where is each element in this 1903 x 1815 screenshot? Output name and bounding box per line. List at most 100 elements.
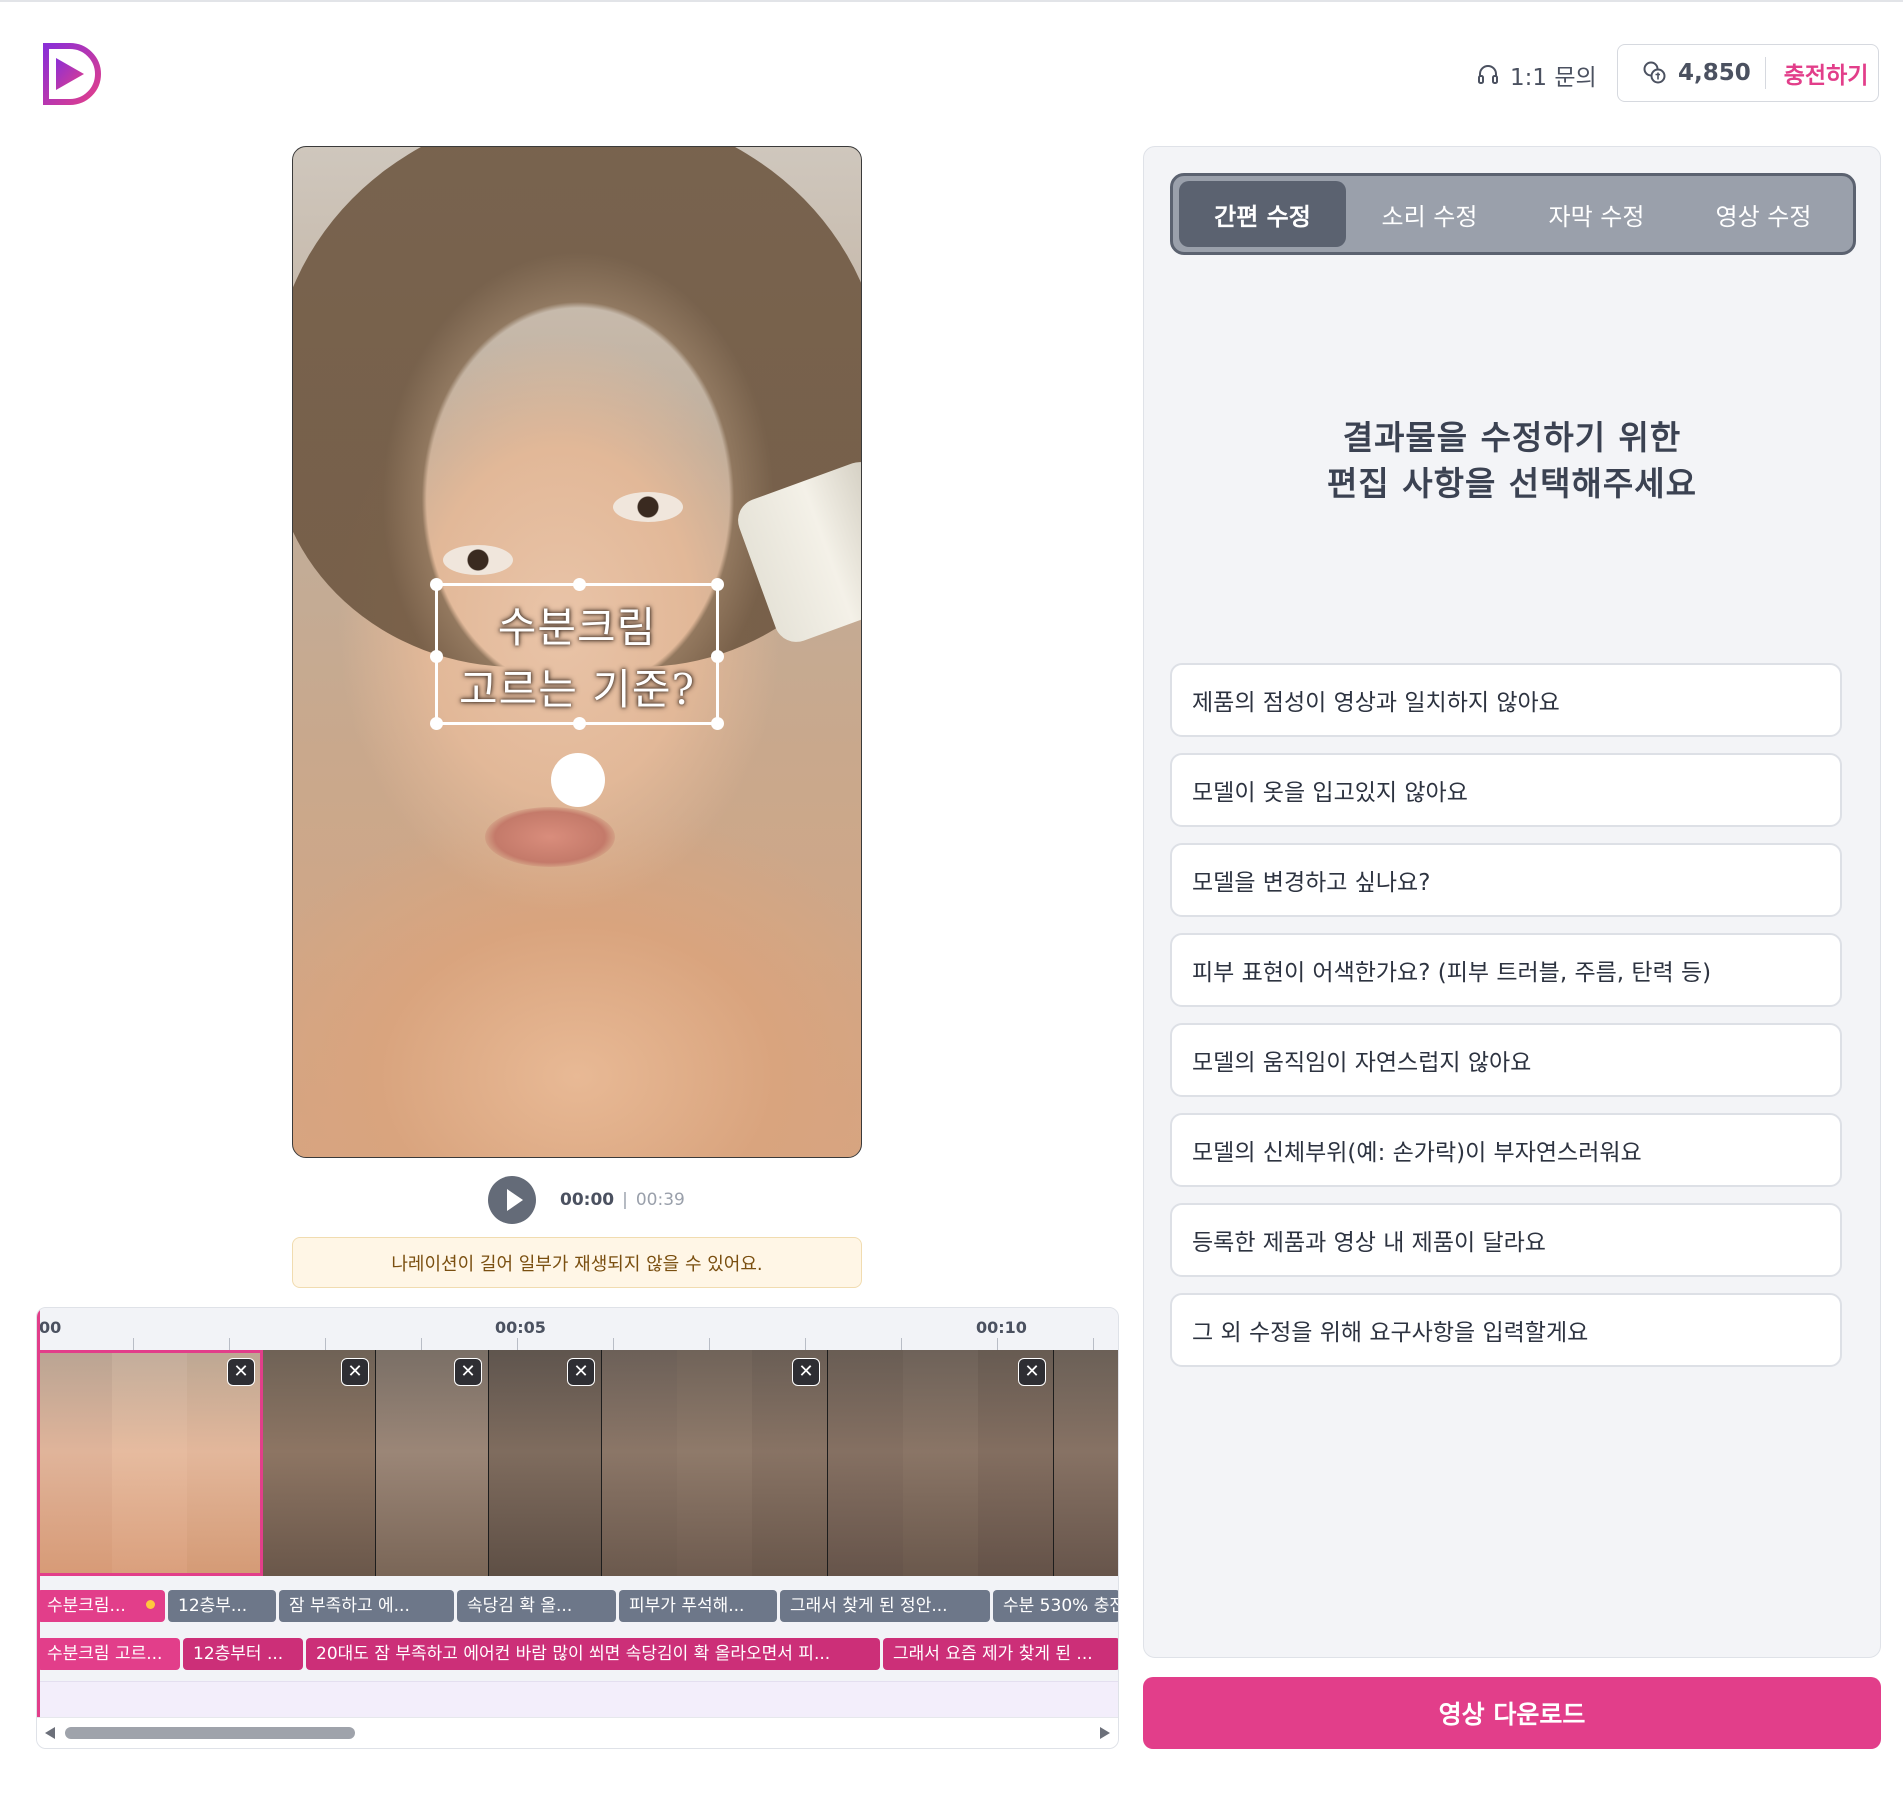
video-clip[interactable]: ✕ xyxy=(37,1350,263,1576)
caption-selection-box[interactable]: 수분크림 고르는 기준? xyxy=(430,578,724,730)
ruler-tick xyxy=(517,1338,518,1350)
coin-icon xyxy=(1642,60,1668,86)
subtitle-segment[interactable]: 피부가 푸석해... xyxy=(619,1590,777,1622)
resize-handle[interactable] xyxy=(711,717,724,730)
edit-option[interactable]: 모델이 옷을 입고있지 않아요 xyxy=(1170,753,1842,827)
video-lips xyxy=(485,807,615,867)
close-icon[interactable]: ✕ xyxy=(567,1358,595,1386)
close-icon[interactable]: ✕ xyxy=(454,1358,482,1386)
timeline-ruler[interactable]: 00 00:05 00:10 xyxy=(37,1308,1118,1350)
credit-divider xyxy=(1764,57,1766,89)
video-position-marker[interactable] xyxy=(551,753,605,807)
tab-subtitle-edit[interactable]: 자막 수정 xyxy=(1513,181,1680,247)
ruler-tick xyxy=(421,1338,422,1350)
ruler-tick xyxy=(709,1338,710,1350)
credit-balance: 4,850 xyxy=(1678,60,1751,86)
video-clip[interactable] xyxy=(1054,1350,1118,1576)
tab-video-edit[interactable]: 영상 수정 xyxy=(1680,181,1847,247)
subtitle-segment[interactable]: 12층부... xyxy=(168,1590,276,1622)
timeline[interactable]: 00 00:05 00:10 ✕ ✕ ✕ ✕ ✕ ✕ 수분크림... 12층부.… xyxy=(36,1307,1119,1749)
tab-sound-edit[interactable]: 소리 수정 xyxy=(1346,181,1513,247)
subtitle-segment[interactable]: 그래서 찾게 된 정안... xyxy=(780,1590,990,1622)
video-clip[interactable]: ✕ xyxy=(828,1350,1054,1576)
support-label: 1:1 문의 xyxy=(1510,65,1597,91)
play-icon[interactable] xyxy=(488,1176,536,1224)
headset-icon xyxy=(1476,63,1500,87)
narration-track[interactable]: 수분크림 고르... 12층부터 ... 20대도 잠 부족하고 에어컨 바람 … xyxy=(37,1638,1118,1674)
narration-segment[interactable]: 20대도 잠 부족하고 에어컨 바람 많이 쐬면 속당김이 확 올라오면서 피.… xyxy=(306,1638,880,1670)
resize-handle[interactable] xyxy=(430,717,443,730)
resize-handle[interactable] xyxy=(430,578,443,591)
current-time: 00:00 xyxy=(560,1190,615,1210)
ruler-tick xyxy=(901,1338,902,1350)
video-preview[interactable]: 수분크림 고르는 기준? xyxy=(292,146,862,1158)
tab-simple-edit[interactable]: 간편 수정 xyxy=(1179,181,1346,247)
empty-track[interactable] xyxy=(37,1681,1118,1720)
total-time: 00:39 xyxy=(635,1190,685,1210)
narration-segment[interactable]: 수분크림 고르... xyxy=(37,1638,180,1670)
scroll-left-icon[interactable] xyxy=(45,1727,55,1739)
resize-handle[interactable] xyxy=(711,578,724,591)
ruler-tick xyxy=(613,1338,614,1350)
time-separator: | xyxy=(622,1190,628,1210)
edit-option[interactable]: 제품의 점성이 영상과 일치하지 않아요 xyxy=(1170,663,1842,737)
timeline-scrollbar[interactable] xyxy=(37,1717,1118,1748)
top-border xyxy=(0,0,1903,2)
scrollbar-thumb[interactable] xyxy=(65,1727,355,1739)
video-clip[interactable]: ✕ xyxy=(376,1350,489,1576)
edit-option[interactable]: 모델을 변경하고 싶나요? xyxy=(1170,843,1842,917)
edit-option[interactable]: 등록한 제품과 영상 내 제품이 달라요 xyxy=(1170,1203,1842,1277)
ruler-tick xyxy=(805,1338,806,1350)
clip-frame xyxy=(37,1350,112,1576)
narration-warning: 나레이션이 길어 일부가 재생되지 않을 수 있어요. xyxy=(292,1237,862,1288)
resize-handle[interactable] xyxy=(573,578,586,591)
close-icon[interactable]: ✕ xyxy=(341,1358,369,1386)
close-icon[interactable]: ✕ xyxy=(227,1358,255,1386)
video-clip[interactable]: ✕ xyxy=(602,1350,828,1576)
video-clip-track[interactable]: ✕ ✕ ✕ ✕ ✕ ✕ xyxy=(37,1350,1118,1576)
edit-tabs: 간편 수정 소리 수정 자막 수정 영상 수정 xyxy=(1170,173,1856,255)
timeline-playhead[interactable] xyxy=(37,1308,40,1726)
caption-line-2: 고르는 기준? xyxy=(458,665,696,714)
subtitle-segment[interactable]: 수분크림... xyxy=(37,1590,165,1622)
ruler-tick xyxy=(1093,1338,1094,1350)
clip-frame xyxy=(602,1350,677,1576)
narration-segment[interactable]: 그래서 요즘 제가 찾게 된 ... xyxy=(883,1638,1118,1670)
clip-frame xyxy=(903,1350,978,1576)
playback-time: 00:00 | 00:39 xyxy=(560,1190,685,1210)
close-icon[interactable]: ✕ xyxy=(1018,1358,1046,1386)
resize-handle[interactable] xyxy=(430,650,443,663)
ruler-label: 00:10 xyxy=(976,1318,1027,1337)
edit-option[interactable]: 그 외 수정을 위해 요구사항을 입력할게요 xyxy=(1170,1293,1842,1367)
caption-line-1: 수분크림 xyxy=(497,603,657,652)
credit-box: 4,850 충전하기 xyxy=(1617,44,1879,102)
video-clip[interactable]: ✕ xyxy=(489,1350,602,1576)
clip-frame xyxy=(1054,1350,1118,1576)
ruler-tick xyxy=(229,1338,230,1350)
video-clip[interactable]: ✕ xyxy=(263,1350,376,1576)
edit-option[interactable]: 피부 표현이 어색한가요? (피부 트러블, 주름, 탄력 등) xyxy=(1170,933,1842,1007)
edit-option[interactable]: 모델의 신체부위(예: 손가락)이 부자연스러워요 xyxy=(1170,1113,1842,1187)
scroll-right-icon[interactable] xyxy=(1100,1727,1110,1739)
ruler-tick xyxy=(325,1338,326,1350)
clip-frame xyxy=(112,1350,187,1576)
narration-segment[interactable]: 12층부터 ... xyxy=(183,1638,303,1670)
ruler-tick xyxy=(133,1338,134,1350)
subtitle-segment[interactable]: 수분 530% 충전 xyxy=(993,1590,1118,1622)
subtitle-segment[interactable]: 잠 부족하고 에... xyxy=(279,1590,454,1622)
download-video-button[interactable]: 영상 다운로드 xyxy=(1143,1677,1881,1749)
support-link[interactable]: 1:1 문의 xyxy=(1476,58,1597,92)
video-eye-right xyxy=(613,492,683,522)
edit-option[interactable]: 모델의 움직임이 자연스럽지 않아요 xyxy=(1170,1023,1842,1097)
edit-panel: 간편 수정 소리 수정 자막 수정 영상 수정 결과물을 수정하기 위한 편집 … xyxy=(1143,146,1881,1658)
play-logo-icon[interactable] xyxy=(40,40,106,108)
panel-title-line-2: 편집 사항을 선택해주세요 xyxy=(1327,464,1697,503)
subtitle-track[interactable]: 수분크림... 12층부... 잠 부족하고 에... 속당김 확 올... 피… xyxy=(37,1590,1118,1626)
close-icon[interactable]: ✕ xyxy=(792,1358,820,1386)
charge-button[interactable]: 충전하기 xyxy=(1784,56,1869,90)
clip-frame xyxy=(677,1350,752,1576)
subtitle-segment[interactable]: 속당김 확 올... xyxy=(457,1590,616,1622)
resize-handle[interactable] xyxy=(711,650,724,663)
ruler-label: 00:05 xyxy=(495,1318,546,1337)
resize-handle[interactable] xyxy=(573,717,586,730)
